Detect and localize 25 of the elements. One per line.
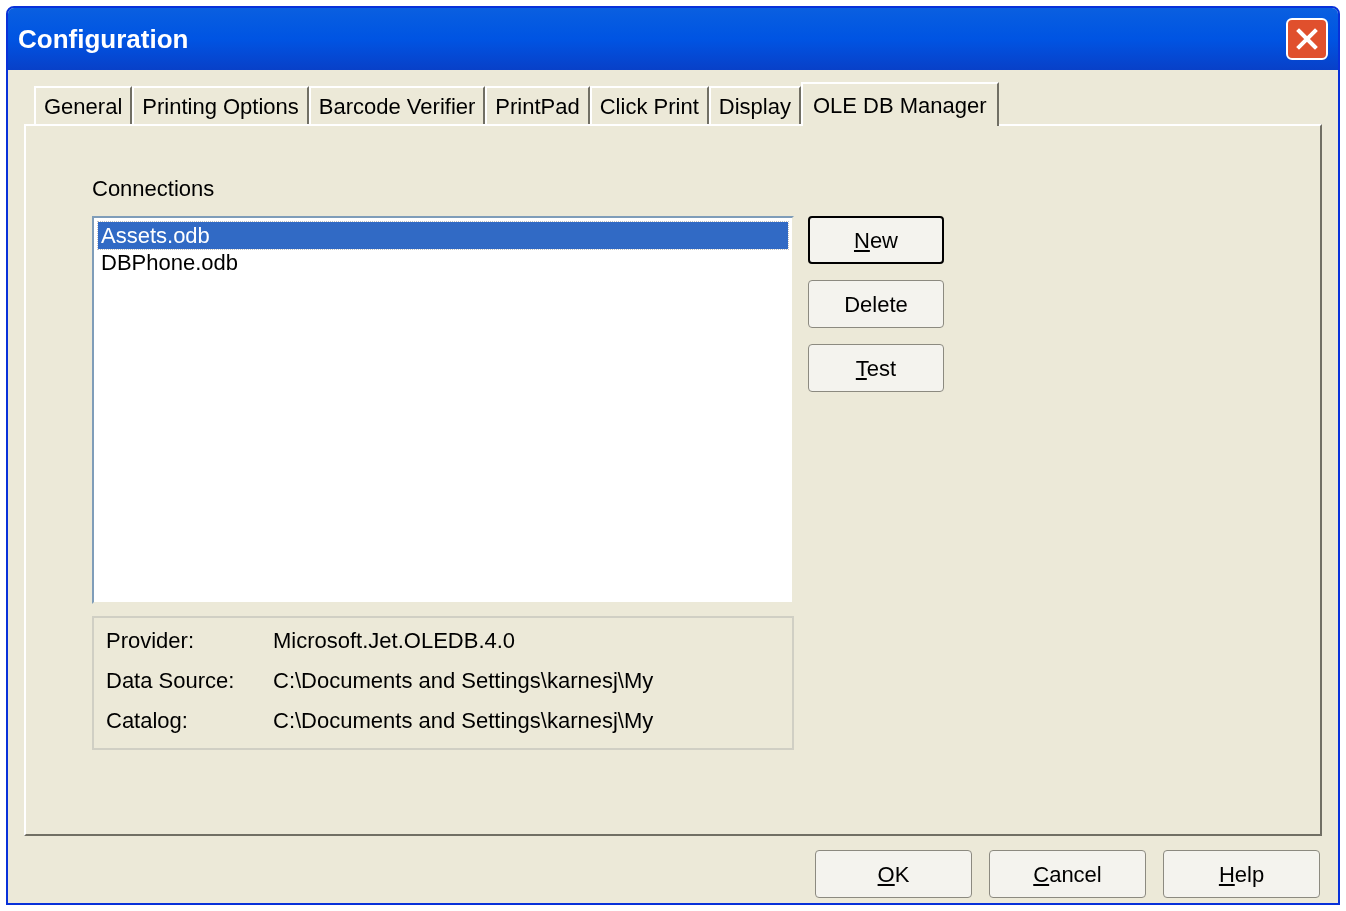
detail-value: C:\Documents and Settings\karnesj\My	[273, 708, 654, 734]
detail-label: Data Source:	[106, 668, 236, 694]
window-title: Configuration	[18, 22, 189, 56]
tab[interactable]: Printing Options	[132, 86, 309, 124]
detail-label: Provider:	[106, 628, 196, 654]
dialog-button[interactable]: OK	[815, 850, 972, 898]
side-button[interactable]: New	[808, 216, 944, 264]
detail-value: C:\Documents and Settings\karnesj\My	[273, 668, 654, 694]
tab[interactable]: Click Print	[589, 86, 709, 124]
tab[interactable]: OLE DB Manager	[800, 82, 999, 126]
side-button[interactable]: Delete	[808, 280, 944, 328]
list-item[interactable]: Assets.odb	[98, 222, 788, 249]
detail-label: Catalog:	[106, 708, 189, 734]
close-button[interactable]	[1286, 18, 1328, 60]
dialog-button[interactable]: Help	[1163, 850, 1320, 898]
close-icon	[1295, 27, 1319, 51]
detail-value: Microsoft.Jet.OLEDB.4.0	[273, 628, 516, 654]
connections-label: Connections	[92, 178, 216, 200]
dialog-button[interactable]: Cancel	[989, 850, 1146, 898]
list-item[interactable]: DBPhone.odb	[98, 249, 788, 276]
tab[interactable]: PrintPad	[485, 86, 590, 124]
tab[interactable]: Barcode Verifier	[308, 86, 486, 124]
tab[interactable]: Display	[708, 86, 801, 124]
side-button[interactable]: Test	[808, 344, 944, 392]
tab[interactable]: General	[34, 86, 133, 124]
